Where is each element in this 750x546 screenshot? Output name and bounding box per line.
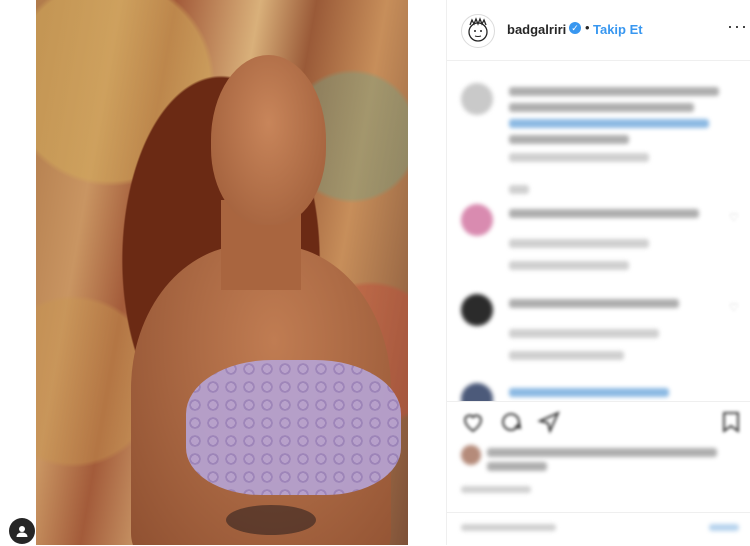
photo-face bbox=[211, 55, 326, 225]
comment-meta bbox=[509, 351, 624, 360]
caption-line bbox=[509, 135, 629, 144]
liked-by-line bbox=[487, 448, 717, 457]
comment-line bbox=[509, 388, 669, 397]
comment-divider bbox=[447, 512, 750, 513]
bookmark-icon[interactable] bbox=[719, 410, 743, 434]
comment-avatar[interactable] bbox=[461, 204, 493, 236]
caption-line bbox=[509, 153, 649, 162]
comment-line bbox=[509, 209, 699, 218]
header-separator: • bbox=[585, 20, 590, 35]
sketch-face-avatar-icon[interactable] bbox=[461, 14, 495, 48]
heart-icon[interactable]: ♡ bbox=[729, 301, 739, 314]
instagram-post: badgalriri ✓ • Takip Et ··· ♡ ♡ bbox=[0, 0, 750, 545]
comment-meta bbox=[509, 239, 649, 248]
post-username[interactable]: badgalriri bbox=[507, 22, 566, 37]
caption-line bbox=[509, 103, 694, 112]
caption-line bbox=[509, 87, 719, 96]
paper-plane-icon[interactable] bbox=[537, 410, 561, 434]
post-side-panel: badgalriri ✓ • Takip Et ··· ♡ ♡ bbox=[446, 0, 750, 545]
post-photo[interactable] bbox=[36, 0, 408, 545]
caption-line bbox=[509, 119, 709, 128]
liked-by-line bbox=[487, 462, 547, 471]
verified-badge-icon: ✓ bbox=[569, 22, 581, 34]
ellipsis-icon[interactable]: ··· bbox=[727, 16, 748, 37]
comment-line bbox=[509, 299, 679, 308]
caption-avatar bbox=[461, 83, 493, 115]
photo-tattoo bbox=[226, 505, 316, 535]
comment-meta bbox=[509, 261, 629, 270]
heart-icon[interactable] bbox=[461, 410, 485, 434]
user-icon[interactable] bbox=[9, 518, 35, 544]
comment-bubble-icon[interactable] bbox=[499, 410, 523, 434]
comment-avatar[interactable] bbox=[461, 383, 493, 401]
follow-button[interactable]: Takip Et bbox=[593, 22, 643, 37]
heart-icon[interactable]: ♡ bbox=[729, 211, 739, 224]
post-header: badgalriri ✓ • Takip Et ··· bbox=[447, 0, 750, 61]
liked-by-avatar bbox=[461, 445, 481, 465]
photo-lavender-top bbox=[186, 360, 401, 495]
comment-avatar[interactable] bbox=[461, 294, 493, 326]
post-comment-button[interactable] bbox=[709, 524, 739, 531]
comment-meta bbox=[509, 329, 659, 338]
caption-meta bbox=[509, 185, 529, 194]
comments-list: ♡ ♡ bbox=[447, 61, 750, 401]
add-comment-input[interactable] bbox=[461, 524, 556, 531]
post-actions bbox=[447, 401, 750, 546]
post-date bbox=[461, 486, 531, 493]
